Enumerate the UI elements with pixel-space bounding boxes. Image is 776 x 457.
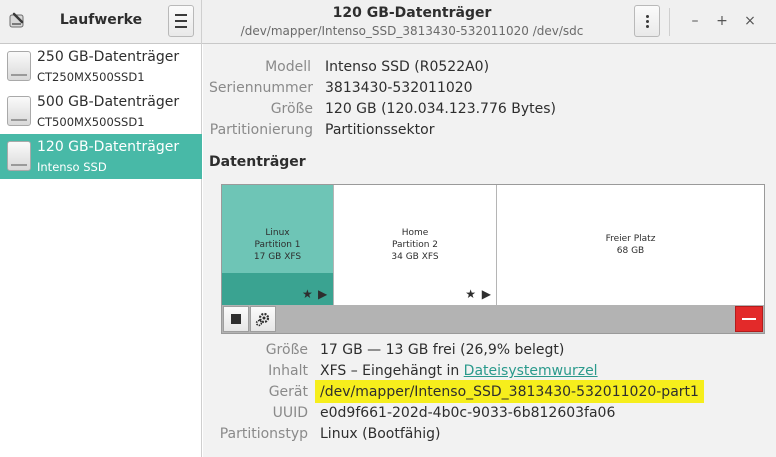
- minus-icon: [742, 318, 756, 320]
- header-bar: Laufwerke 120 GB-Datenträger /dev/mapper…: [0, 0, 776, 44]
- size-label: Größe: [270, 101, 313, 117]
- menu-button[interactable]: [168, 5, 194, 37]
- partition-type-value: Linux (Bootfähig): [320, 426, 441, 442]
- window-subtitle: /dev/mapper/Intenso_SSD_3813430-53201102…: [240, 24, 584, 38]
- drive-options-button[interactable]: [634, 5, 660, 37]
- sidebar-header: Laufwerke: [0, 0, 202, 44]
- size-value: 120 GB (120.034.123.776 Bytes): [325, 101, 556, 117]
- partitioning-label: Partitionierung: [209, 122, 313, 138]
- partition-type-label: Partitionstyp: [219, 426, 308, 442]
- close-button[interactable]: ×: [741, 12, 759, 30]
- hard-drive-icon: [7, 96, 31, 126]
- partition-number: Partition 2: [391, 240, 439, 250]
- mount-point-link[interactable]: Dateisystemwurzel: [464, 363, 598, 379]
- drive-item-250gb[interactable]: 250 GB-Datenträger CT250MX500SSD1: [0, 44, 202, 89]
- boot-star-icon: ★: [302, 287, 313, 301]
- volume-toolbar: [222, 305, 764, 333]
- mounted-play-icon: ▶: [481, 287, 491, 301]
- drive-model: CT250MX500SSD1: [37, 70, 145, 84]
- partition-size-label: Größe: [265, 342, 308, 358]
- partitioning-value: Partitionssektor: [325, 122, 435, 138]
- uuid-value: e0d9f661-202d-4b0c-9033-6b812603fa06: [320, 405, 616, 421]
- serial-label: Seriennummer: [208, 80, 313, 96]
- delete-partition-button[interactable]: [735, 306, 763, 332]
- free-space-block[interactable]: Freier Platz 68 GB: [497, 185, 764, 305]
- partition-size: 17 GB XFS: [253, 252, 302, 262]
- partition-size: 34 GB XFS: [391, 252, 439, 262]
- serial-value: 3813430-532011020: [325, 80, 473, 96]
- content-value: XFS – Eingehängt in Dateisystemwurzel: [320, 363, 598, 379]
- drive-name: 120 GB-Datenträger: [37, 139, 180, 155]
- hamburger-icon: [175, 12, 187, 30]
- drive-name: 500 GB-Datenträger: [37, 94, 180, 110]
- drive-model: Intenso SSD: [37, 160, 107, 174]
- device-value: /dev/mapper/Intenso_SSD_3813430-53201102…: [315, 380, 704, 403]
- partition-2-block[interactable]: Home Partition 2 34 GB XFS ★ ▶: [334, 185, 497, 305]
- maximize-button[interactable]: +: [713, 12, 731, 30]
- mounted-play-icon: ▶: [318, 287, 328, 301]
- drive-item-120gb[interactable]: 120 GB-Datenträger Intenso SSD: [0, 134, 202, 179]
- model-label: Modell: [265, 59, 311, 75]
- partition-number: Partition 1: [254, 240, 301, 250]
- free-space-size: 68 GB: [616, 246, 645, 256]
- uuid-label: UUID: [272, 405, 308, 421]
- content-text: XFS – Eingehängt in: [320, 363, 464, 379]
- header-separator: [669, 8, 670, 36]
- model-value: Intenso SSD (R0522A0): [325, 59, 490, 75]
- volume-map: Linux Partition 1 17 GB XFS ★ ▶ Home Par…: [221, 184, 765, 334]
- partition-1-block[interactable]: Linux Partition 1 17 GB XFS ★ ▶: [222, 185, 334, 305]
- drive-model: CT500MX500SSD1: [37, 115, 145, 129]
- partition-options-button[interactable]: [250, 306, 276, 332]
- content-label: Inhalt: [268, 363, 308, 379]
- stop-icon: [231, 314, 241, 324]
- window-title: 120 GB-Datenträger: [332, 5, 492, 21]
- partition-label: Linux: [265, 228, 290, 238]
- kebab-menu-icon: [645, 13, 649, 30]
- partition-size-value: 17 GB — 13 GB frei (26,9% belegt): [320, 342, 565, 358]
- drive-name: 250 GB-Datenträger: [37, 49, 180, 65]
- volumes-section-title: Datenträger: [209, 154, 306, 170]
- minimize-button[interactable]: –: [686, 12, 704, 30]
- unmount-button[interactable]: [223, 306, 249, 332]
- free-space-label: Freier Platz: [605, 234, 656, 244]
- partition-label: Home: [401, 228, 429, 238]
- hard-drive-icon: [7, 141, 31, 171]
- star-icon: ★: [465, 287, 476, 301]
- device-label: Gerät: [268, 384, 308, 400]
- hard-drive-icon: [7, 51, 31, 81]
- drives-sidebar: 250 GB-Datenträger CT250MX500SSD1 500 GB…: [0, 44, 202, 457]
- gears-icon: [255, 312, 270, 327]
- drive-details-pane: Modell Intenso SSD (R0522A0) Seriennumme…: [203, 44, 776, 457]
- drive-item-500gb[interactable]: 500 GB-Datenträger CT500MX500SSD1: [0, 89, 202, 134]
